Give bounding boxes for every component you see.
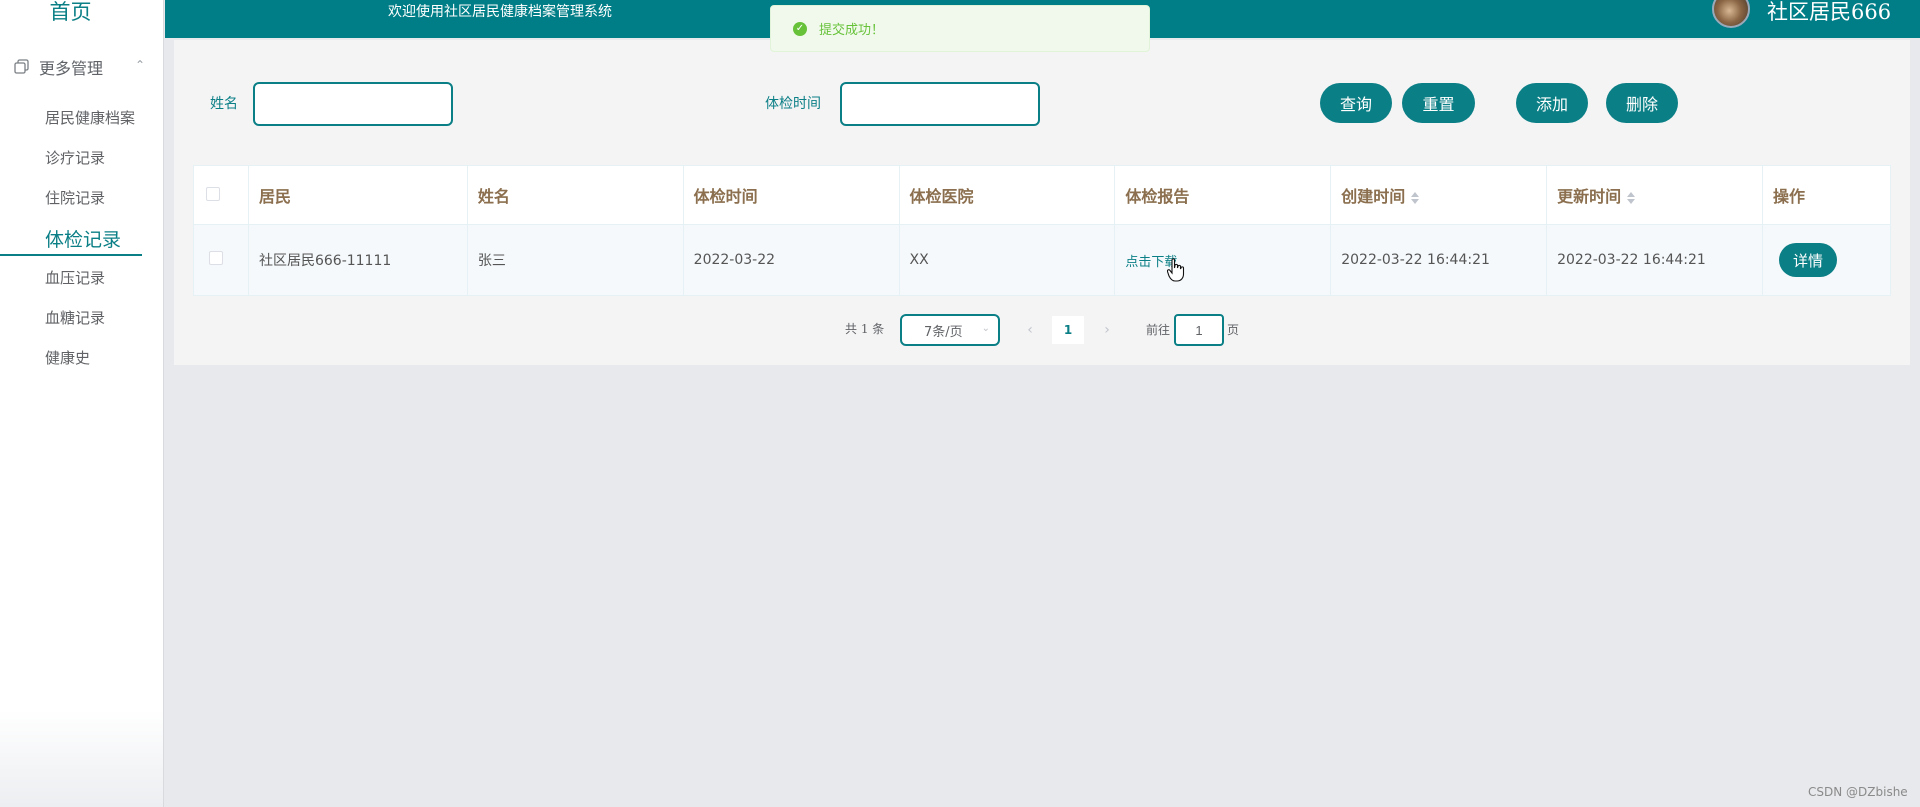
col-action: 操作	[1761, 165, 1892, 225]
sort-icon[interactable]	[1411, 192, 1419, 204]
table-header-row: 居民 姓名 体检时间 体检医院 体检报告 创建时间 更新时间 操作	[193, 165, 1892, 225]
prev-page-button[interactable]: ‹	[1016, 316, 1044, 344]
watermark: CSDN @DZbishe	[1808, 785, 1908, 799]
col-hospital: 体检医院	[898, 165, 1116, 225]
table-row: 社区居民666-11111 张三 2022-03-22 XX 点击下载 2022…	[193, 224, 1892, 296]
col-updated-label: 更新时间	[1557, 187, 1622, 206]
chevron-down-icon: ⌄	[981, 323, 990, 334]
next-page-button[interactable]: ›	[1093, 316, 1121, 344]
sidebar-item-health-records[interactable]: 居民健康档案	[45, 107, 135, 128]
goto-prefix: 前往	[1146, 323, 1171, 337]
sidebar-item-blood-sugar[interactable]: 血糖记录	[45, 307, 105, 328]
select-all-checkbox[interactable]	[206, 186, 220, 201]
exam-time-input[interactable]	[840, 82, 1040, 126]
select-all-cell	[193, 165, 249, 225]
records-table: 居民 姓名 体检时间 体检医院 体检报告 创建时间 更新时间 操作 社区居民66…	[193, 165, 1892, 296]
row-select-cell	[193, 224, 249, 296]
page-number-current[interactable]: 1	[1052, 316, 1084, 344]
query-button[interactable]: 查询	[1320, 83, 1392, 123]
col-updated[interactable]: 更新时间	[1546, 165, 1763, 225]
sidebar-item-diagnosis[interactable]: 诊疗记录	[45, 147, 105, 168]
toast-message: 提交成功！	[819, 23, 885, 38]
page-size-select[interactable]: 7条/页 ⌄	[900, 314, 1000, 346]
col-resident: 居民	[247, 165, 468, 225]
avatar[interactable]	[1712, 0, 1750, 28]
cell-updated: 2022-03-22 16:44:21	[1546, 224, 1763, 296]
col-exam-time: 体检时间	[682, 165, 900, 225]
reset-button[interactable]: 重置	[1402, 83, 1475, 123]
cell-action: 详情	[1761, 224, 1892, 296]
cell-name: 张三	[466, 224, 684, 296]
sidebar-item-health-history[interactable]: 健康史	[45, 347, 90, 368]
cell-created: 2022-03-22 16:44:21	[1330, 224, 1548, 296]
goto-suffix: 页	[1227, 323, 1240, 337]
copy-icon	[14, 59, 29, 74]
username[interactable]: 社区居民666	[1767, 0, 1891, 26]
col-created[interactable]: 创建时间	[1330, 165, 1548, 225]
sidebar-item-home[interactable]: 首页	[0, 0, 141, 26]
cell-hospital: XX	[898, 224, 1116, 296]
col-name: 姓名	[466, 165, 684, 225]
col-report: 体检报告	[1114, 165, 1332, 225]
row-checkbox[interactable]	[209, 251, 223, 265]
welcome-text: 欢迎使用社区居民健康档案管理系统	[388, 4, 612, 20]
cell-resident: 社区居民666-11111	[247, 224, 468, 296]
active-indicator	[0, 254, 142, 256]
name-label: 姓名	[210, 96, 238, 112]
check-circle-icon: ✓	[793, 21, 807, 36]
sidebar: 首页 更多管理 ⌃ 居民健康档案 诊疗记录 住院记录 体检记录 血压记录 血糖记…	[0, 0, 164, 807]
sidebar-group-label: 更多管理	[39, 59, 104, 78]
name-search-input[interactable]	[253, 82, 453, 126]
cell-exam-time: 2022-03-22	[682, 224, 900, 296]
chevron-up-icon: ⌃	[134, 58, 145, 72]
pagination-total: 共 1 条	[845, 322, 885, 336]
hand-cursor-icon	[1167, 258, 1185, 282]
exam-time-label: 体检时间	[765, 96, 821, 112]
add-button[interactable]: 添加	[1516, 83, 1588, 123]
sidebar-item-hospitalization[interactable]: 住院记录	[45, 187, 105, 208]
sidebar-group-more[interactable]: 更多管理 ⌃	[13, 55, 153, 79]
goto-page-input[interactable]	[1174, 314, 1224, 346]
sidebar-item-blood-pressure[interactable]: 血压记录	[45, 267, 105, 288]
cell-report: 点击下载	[1114, 224, 1332, 296]
delete-button[interactable]: 删除	[1606, 83, 1678, 123]
success-toast: ✓ 提交成功！	[770, 5, 1150, 52]
page-size-value: 7条/页	[924, 324, 963, 340]
col-created-label: 创建时间	[1341, 187, 1406, 206]
sidebar-item-physical-exam[interactable]: 体检记录	[45, 225, 121, 252]
detail-button[interactable]: 详情	[1778, 243, 1837, 277]
sort-icon[interactable]	[1627, 192, 1635, 204]
